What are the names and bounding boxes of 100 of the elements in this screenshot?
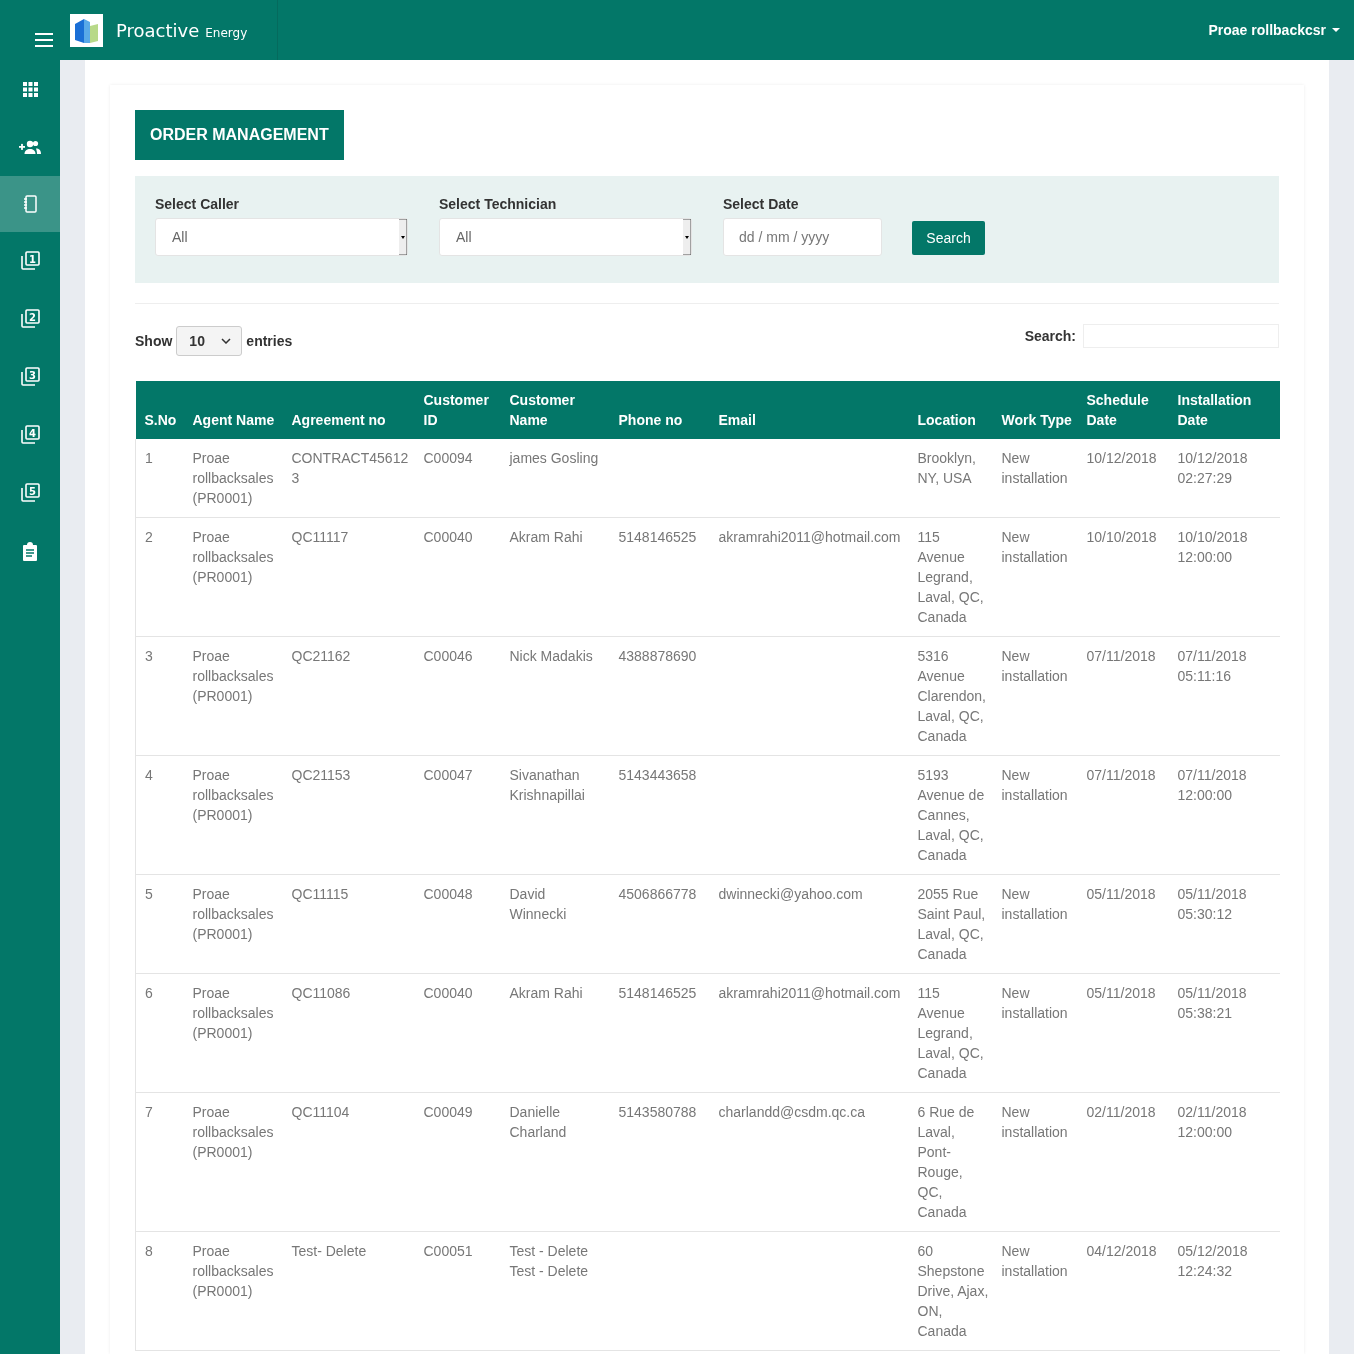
table-cell: QC11086 bbox=[291, 985, 351, 1001]
table-cell: Akram Rahi bbox=[509, 985, 583, 1001]
table-cell: akramrahi2011@hotmail.com bbox=[718, 529, 901, 545]
column-header: Installation Date bbox=[1177, 392, 1252, 428]
table-cell: C00040 bbox=[423, 985, 473, 1001]
table-cell: David Winnecki bbox=[509, 886, 567, 922]
table-cell: New installation bbox=[1001, 450, 1068, 486]
sidebar-item[interactable]: 5 bbox=[0, 464, 60, 522]
table-cell: Proae rollbacksales (PR0001) bbox=[192, 529, 274, 585]
table-cell: 10/10/2018 12:00:00 bbox=[1177, 529, 1248, 565]
sidebar-item[interactable]: 1 bbox=[0, 232, 60, 290]
table-cell: 5143443658 bbox=[618, 767, 697, 783]
table-cell: 05/11/2018 bbox=[1086, 985, 1156, 1001]
user-menu[interactable]: Proae rollbackcsr bbox=[1208, 22, 1354, 38]
technician-select[interactable]: All bbox=[439, 218, 692, 256]
table-cell: QC11117 bbox=[291, 529, 349, 545]
table-cell: 3 bbox=[145, 648, 153, 664]
table-cell: 05/12/2018 12:24:32 bbox=[1177, 1243, 1248, 1279]
table-cell: New installation bbox=[1001, 1243, 1068, 1279]
table-cell: 10/12/2018 02:27:29 bbox=[1177, 450, 1248, 486]
table-cell: Test - Delete Test - Delete bbox=[509, 1243, 589, 1279]
table-cell: 8 bbox=[145, 1243, 153, 1259]
table-cell: C00047 bbox=[423, 767, 473, 783]
table-cell: 6 bbox=[145, 985, 153, 1001]
table-cell: C00040 bbox=[423, 529, 473, 545]
table-cell: dwinnecki@yahoo.com bbox=[718, 886, 863, 902]
sidebar-item[interactable]: 2 bbox=[0, 290, 60, 348]
search-button[interactable]: Search bbox=[912, 221, 985, 255]
table-cell: QC21153 bbox=[291, 767, 351, 783]
table-cell: 07/11/2018 bbox=[1086, 767, 1156, 783]
column-header: Location bbox=[917, 412, 976, 428]
table-cell: Proae rollbacksales (PR0001) bbox=[192, 767, 274, 823]
table-cell: james Gosling bbox=[509, 450, 599, 466]
table-cell: akramrahi2011@hotmail.com bbox=[718, 985, 901, 1001]
entries-label: entries bbox=[246, 333, 293, 349]
table-cell: 10/10/2018 bbox=[1086, 529, 1157, 545]
table-cell: Danielle Charland bbox=[509, 1104, 567, 1140]
column-header: S.No bbox=[144, 412, 177, 428]
caller-select[interactable]: All bbox=[155, 218, 408, 256]
table-cell: 115 Avenue Legrand, Laval, QC, Canada bbox=[917, 529, 984, 625]
column-header: Customer ID bbox=[423, 392, 489, 428]
date-field[interactable]: dd / mm / yyyy bbox=[723, 218, 882, 256]
sidebar-item[interactable]: 4 bbox=[0, 406, 60, 464]
table-cell: Test- Delete bbox=[291, 1243, 367, 1259]
caret-icon bbox=[399, 219, 407, 255]
table-cell: charlandd@csdm.qc.ca bbox=[718, 1104, 865, 1120]
sidebar-item[interactable] bbox=[0, 176, 60, 232]
table-cell: 5 bbox=[145, 886, 153, 902]
table-cell: Nick Madakis bbox=[509, 648, 593, 664]
table-cell: Proae rollbacksales (PR0001) bbox=[192, 886, 274, 942]
table-cell: New installation bbox=[1001, 529, 1068, 565]
brand-name: Proactive bbox=[116, 19, 200, 41]
table-cell: New installation bbox=[1001, 767, 1068, 803]
table-cell: Proae rollbacksales (PR0001) bbox=[192, 1104, 274, 1160]
column-header: Phone no bbox=[618, 412, 683, 428]
table-cell: Brooklyn, NY, USA bbox=[917, 450, 976, 486]
table-cell: 5148146525 bbox=[618, 529, 697, 545]
table-cell: CONTRACT456123 bbox=[291, 450, 409, 486]
table-cell: 02/11/2018 12:00:00 bbox=[1177, 1104, 1247, 1140]
entries-select[interactable]: 10 bbox=[176, 326, 243, 356]
column-header: Work Type bbox=[1001, 412, 1072, 428]
table-cell: New installation bbox=[1001, 985, 1068, 1021]
table-cell: New installation bbox=[1001, 648, 1068, 684]
field-label: Select Date bbox=[723, 196, 800, 212]
table-cell: 5148146525 bbox=[618, 985, 697, 1001]
table-cell: 6 Rue de Laval, Pont-Rouge, QC, Canada bbox=[917, 1104, 975, 1220]
table-cell: C00046 bbox=[423, 648, 473, 664]
table-cell: C00048 bbox=[423, 886, 473, 902]
table-cell: 05/11/2018 05:30:12 bbox=[1177, 886, 1247, 922]
chevron-icon bbox=[221, 338, 232, 344]
sidebar-item[interactable]: 3 bbox=[0, 348, 60, 406]
table-cell: Proae rollbacksales (PR0001) bbox=[192, 1243, 274, 1299]
menu-icon[interactable] bbox=[35, 33, 53, 47]
table-cell: QC21162 bbox=[291, 648, 351, 664]
table-cell: 07/11/2018 05:11:16 bbox=[1177, 648, 1247, 684]
table-cell: Proae rollbacksales (PR0001) bbox=[192, 985, 274, 1041]
table-cell: 05/11/2018 bbox=[1086, 886, 1156, 902]
field-label: Select Caller bbox=[155, 196, 241, 212]
page-title: ORDER MANAGEMENT bbox=[135, 110, 344, 160]
table-cell: 07/11/2018 bbox=[1086, 648, 1156, 664]
table-cell: 4 bbox=[145, 767, 153, 783]
column-header: Email bbox=[718, 412, 756, 428]
table-cell: 7 bbox=[145, 1104, 153, 1120]
table-cell: C00051 bbox=[423, 1243, 473, 1259]
notebook-icon bbox=[23, 195, 37, 213]
column-header: Agreement no bbox=[291, 412, 386, 428]
table-cell: 115 Avenue Legrand, Laval, QC, Canada bbox=[917, 985, 984, 1081]
table-cell: New installation bbox=[1001, 1104, 1068, 1140]
caret-icon bbox=[1332, 28, 1340, 32]
table-cell: 04/12/2018 bbox=[1086, 1243, 1157, 1259]
grid-icon bbox=[22, 81, 38, 97]
table-cell: 07/11/2018 12:00:00 bbox=[1177, 767, 1247, 803]
table-cell: New installation bbox=[1001, 886, 1068, 922]
table-cell: QC11115 bbox=[291, 886, 349, 902]
table-cell: 02/11/2018 bbox=[1086, 1104, 1156, 1120]
show-label: Show bbox=[135, 333, 173, 349]
table-cell: 5143580788 bbox=[618, 1104, 697, 1120]
table-cell: 5193 Avenue de Cannes, Laval, QC, Canada bbox=[917, 767, 985, 863]
table-cell: C00094 bbox=[423, 450, 473, 466]
logo-icon bbox=[70, 13, 103, 47]
